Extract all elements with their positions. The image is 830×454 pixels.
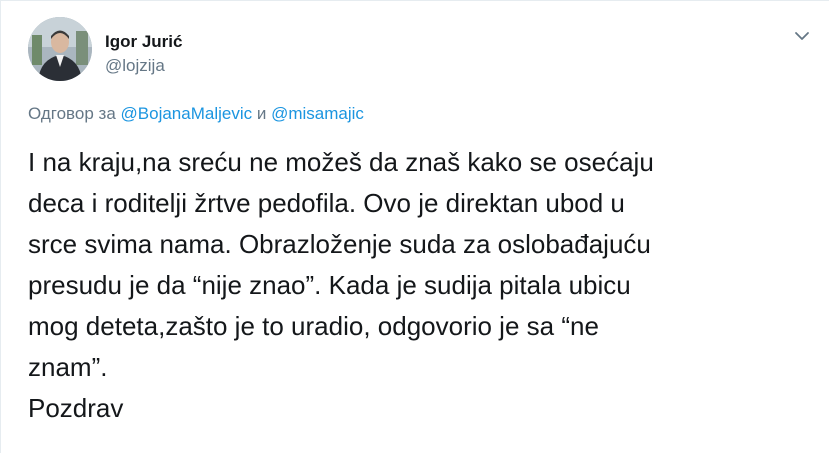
author-name[interactable]: Igor Jurić [105, 32, 182, 52]
tweet-text-line: I na kraju,na sreću ne možeš da znaš kak… [28, 147, 654, 177]
tweet-card: Igor Jurić @lojzija Одговор за @BojanaMa… [0, 0, 829, 453]
tweet-text: I na kraju,na sreću ne možeš da znaš kak… [28, 142, 808, 429]
reply-context: Одговор за @BojanaMaljevic и @misamajic [28, 104, 364, 124]
avatar[interactable] [28, 17, 92, 81]
tweet-menu-button[interactable] [791, 25, 813, 47]
tweet-text-line: srce svima nama. Obrazloženje suda za os… [28, 229, 651, 259]
tweet-text-line: deca i roditelji žrtve pedofila. Ovo je … [28, 188, 625, 218]
reply-user-link[interactable]: @BojanaMaljevic [121, 104, 253, 123]
reply-prefix: Одговор за [28, 104, 116, 123]
profile-photo-icon [28, 17, 92, 81]
author-handle[interactable]: @lojzija [105, 56, 165, 76]
tweet-text-line: presudu je da “nije znao”. Kada je sudij… [28, 270, 631, 300]
chevron-down-icon [795, 32, 809, 40]
reply-conjunction: и [256, 104, 267, 123]
tweet-text-line: mog deteta,zašto je to uradio, odgovorio… [28, 311, 599, 341]
tweet-text-line: znam”. [28, 352, 108, 382]
reply-user-link[interactable]: @misamajic [271, 104, 364, 123]
tweet-text-line: Pozdrav [28, 393, 124, 423]
